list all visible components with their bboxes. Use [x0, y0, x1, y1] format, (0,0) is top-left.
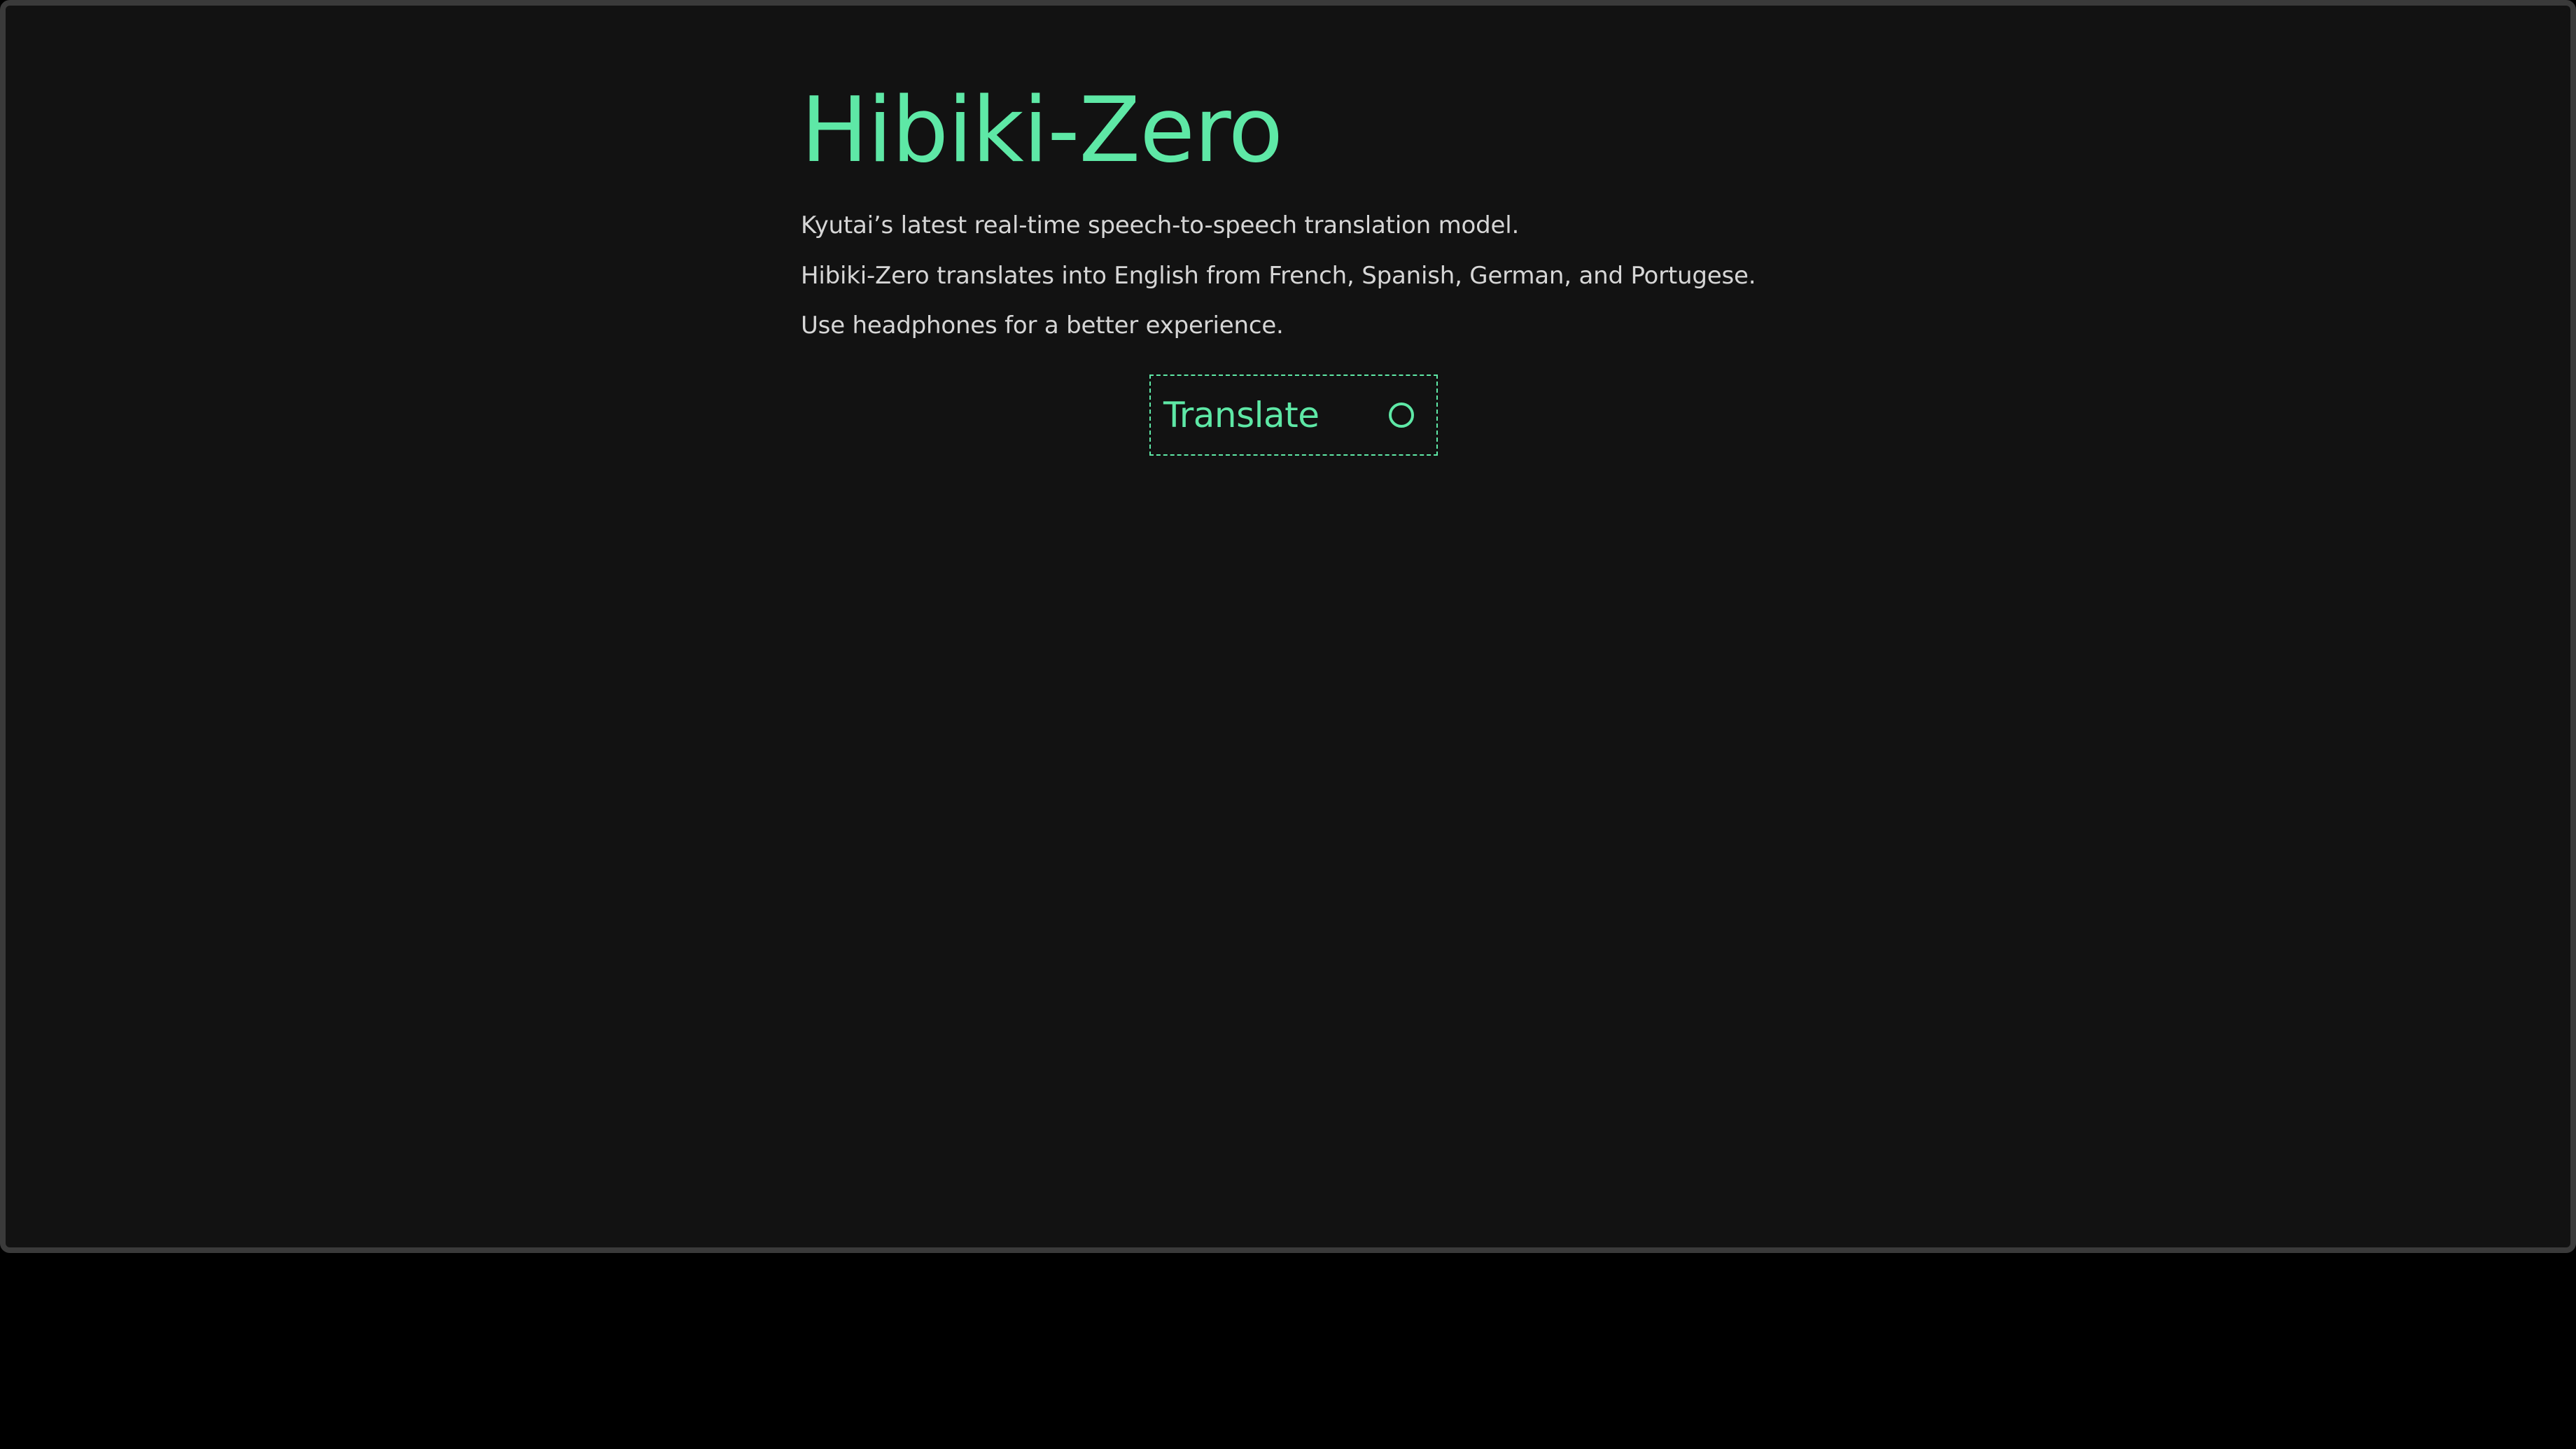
- description-line-3: Use headphones for a better experience.: [801, 312, 1284, 340]
- translate-button[interactable]: Translate: [1149, 374, 1438, 456]
- translate-button-label: Translate: [1163, 395, 1320, 435]
- app-window: Hibiki-Zero Kyutai’s latest real-time sp…: [0, 0, 2576, 1253]
- description-line-2: Hibiki-Zero translates into English from…: [801, 262, 1756, 290]
- record-circle-icon: [1389, 402, 1414, 428]
- description-line-1: Kyutai’s latest real-time speech-to-spee…: [801, 211, 1520, 239]
- page-title: Hibiki-Zero: [801, 78, 1283, 183]
- bottom-black-bar: [0, 1253, 2576, 1449]
